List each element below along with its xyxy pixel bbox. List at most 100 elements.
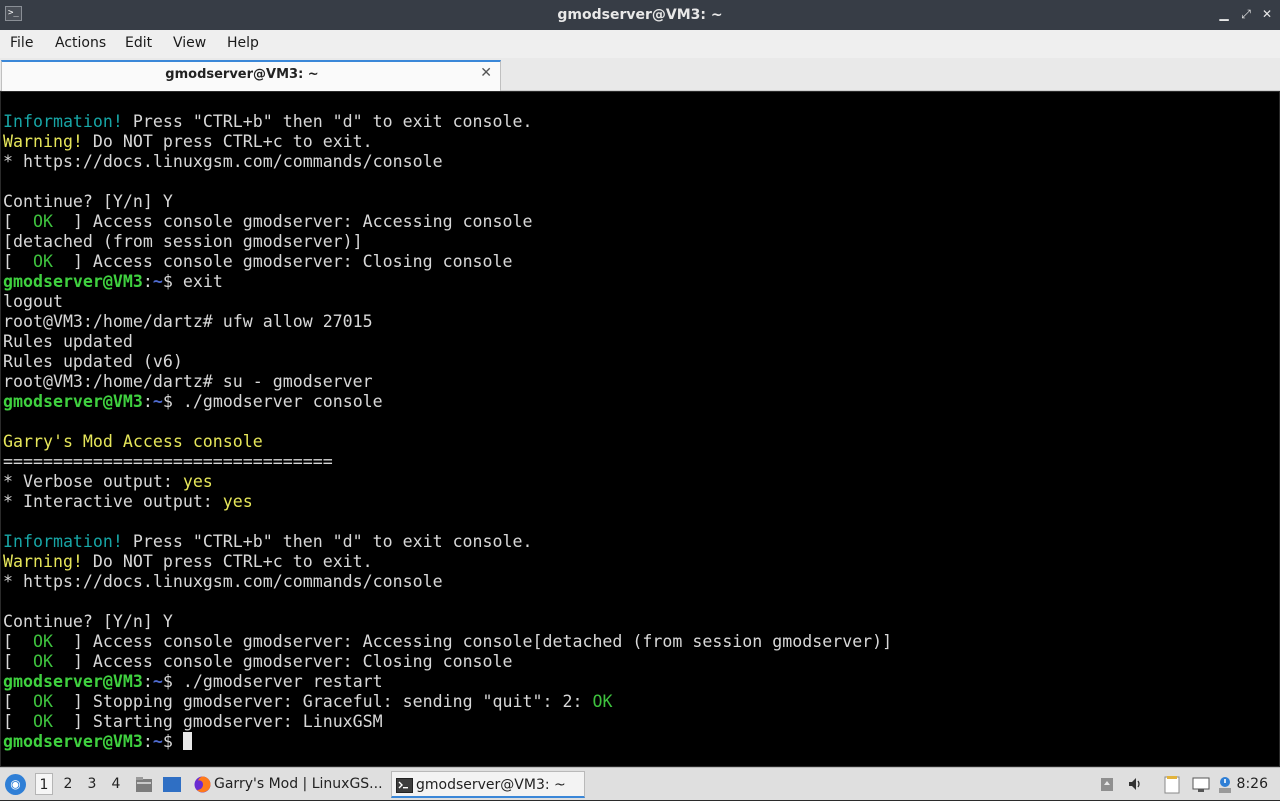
volume-icon[interactable] bbox=[1127, 776, 1143, 792]
menu-file[interactable]: File bbox=[10, 30, 33, 56]
terminal-line: gmodserver@VM3:~$ ./gmodserver console bbox=[3, 392, 892, 412]
update-notifier-icon[interactable] bbox=[1217, 776, 1233, 794]
taskbar: ◉ 1 2 3 4 Garry's Mod | LinuxGS... gmods… bbox=[0, 767, 1280, 800]
terminal-text: Rules updated (v6) bbox=[3, 352, 183, 371]
terminal-line: Garry's Mod Access console bbox=[3, 432, 892, 452]
firefox-icon bbox=[194, 776, 211, 793]
terminal-text: OK bbox=[32, 692, 53, 711]
terminal-text: ~ bbox=[152, 672, 163, 691]
terminal-text: ~ bbox=[152, 272, 163, 291]
terminal-text: ] Access console gmodserver: Accessing c… bbox=[52, 212, 533, 231]
terminal-line: logout bbox=[3, 292, 892, 312]
terminal-text: OK bbox=[32, 712, 53, 731]
menu-help[interactable]: Help bbox=[227, 30, 259, 56]
terminal-text: $ ./gmodserver restart bbox=[162, 672, 383, 691]
workspace-3[interactable]: 3 bbox=[83, 773, 101, 795]
terminal-line: [ OK ] Access console gmodserver: Access… bbox=[3, 632, 892, 652]
terminal-text: gmodserver@VM3 bbox=[3, 392, 143, 411]
terminal-text: OK bbox=[32, 652, 53, 671]
workspace-2[interactable]: 2 bbox=[59, 773, 77, 795]
terminal-line: [ OK ] Access console gmodserver: Access… bbox=[3, 212, 892, 232]
notes-icon[interactable] bbox=[1163, 776, 1183, 794]
terminal-text: $ ./gmodserver console bbox=[162, 392, 383, 411]
taskbar-terminal-button[interactable]: gmodserver@VM3: ~ bbox=[391, 771, 585, 798]
menubar: File Actions Edit View Help bbox=[0, 30, 1280, 58]
terminal-line: [ OK ] Access console gmodserver: Closin… bbox=[3, 252, 892, 272]
terminal-text: ~ bbox=[152, 732, 163, 751]
terminal-line: [ OK ] Starting gmodserver: LinuxGSM bbox=[3, 712, 892, 732]
terminal-text: Information! bbox=[3, 532, 123, 551]
menu-edit[interactable]: Edit bbox=[125, 30, 152, 56]
file-manager-icon[interactable] bbox=[135, 776, 153, 793]
terminal-icon bbox=[396, 778, 413, 793]
terminal-text: [ bbox=[3, 692, 33, 711]
terminal-text: gmodserver@VM3 bbox=[3, 672, 143, 691]
terminal-cursor bbox=[182, 732, 192, 750]
close-button[interactable]: ✕ bbox=[1257, 4, 1277, 24]
terminal-text: [ bbox=[3, 712, 33, 731]
terminal-line: Information! Press "CTRL+b" then "d" to … bbox=[3, 532, 892, 552]
terminal-text: ] Starting gmodserver: LinuxGSM bbox=[52, 712, 383, 731]
terminal-line: [ OK ] Access console gmodserver: Closin… bbox=[3, 652, 892, 672]
terminal-text: root@VM3:/home/dartz# su - gmodserver bbox=[3, 372, 373, 391]
terminal-text: Rules updated bbox=[3, 332, 133, 351]
terminal-line: [detached (from session gmodserver)] bbox=[3, 232, 892, 252]
terminal-text: Do NOT press CTRL+c to exit. bbox=[82, 552, 373, 571]
terminal-text: [ bbox=[3, 252, 33, 271]
clipboard-icon[interactable] bbox=[1099, 776, 1115, 792]
taskbar-firefox-button[interactable]: Garry's Mod | LinuxGS... bbox=[190, 771, 386, 798]
window-titlebar[interactable]: >_ gmodserver@VM3: ~ ▁ ⤢ ✕ bbox=[0, 0, 1280, 30]
terminal-text: Information! bbox=[3, 112, 123, 131]
tab-close-icon[interactable]: ✕ bbox=[480, 65, 492, 81]
terminal-text: Press "CTRL+b" then "d" to exit console. bbox=[122, 112, 533, 131]
terminal-text: logout bbox=[3, 292, 63, 311]
workspace-4[interactable]: 4 bbox=[107, 773, 125, 795]
tab-label: gmodserver@VM3: ~ bbox=[165, 67, 319, 82]
terminal-text: yes bbox=[222, 492, 253, 511]
taskbar-firefox-label: Garry's Mod | LinuxGS... bbox=[214, 776, 383, 792]
terminal-text: : bbox=[142, 392, 153, 411]
network-icon[interactable] bbox=[1191, 776, 1211, 794]
tab-bar: gmodserver@VM3: ~ ✕ bbox=[0, 58, 1280, 91]
terminal-line: * https://docs.linuxgsm.com/commands/con… bbox=[3, 152, 892, 172]
clock: 8:26 bbox=[1236, 776, 1268, 792]
maximize-button[interactable]: ⤢ bbox=[1236, 4, 1256, 24]
terminal-line: [ OK ] Stopping gmodserver: Graceful: se… bbox=[3, 692, 892, 712]
terminal-line: Warning! Do NOT press CTRL+c to exit. bbox=[3, 132, 892, 152]
terminal-text: * https://docs.linuxgsm.com/commands/con… bbox=[3, 152, 443, 171]
terminal-text: : bbox=[142, 272, 153, 291]
terminal-line: gmodserver@VM3:~$ ./gmodserver restart bbox=[3, 672, 892, 692]
workspace-1[interactable]: 1 bbox=[35, 773, 53, 795]
terminal-output: Information! Press "CTRL+b" then "d" to … bbox=[3, 112, 892, 752]
start-menu-icon[interactable]: ◉ bbox=[5, 774, 26, 795]
menu-actions[interactable]: Actions bbox=[55, 30, 106, 56]
terminal-text: : bbox=[142, 672, 153, 691]
terminal-text: [ bbox=[3, 652, 33, 671]
menu-view[interactable]: View bbox=[173, 30, 206, 56]
tab-terminal[interactable]: gmodserver@VM3: ~ ✕ bbox=[1, 60, 501, 91]
terminal-view[interactable]: Information! Press "CTRL+b" then "d" to … bbox=[0, 91, 1280, 767]
terminal-line: root@VM3:/home/dartz# su - gmodserver bbox=[3, 372, 892, 392]
terminal-line: root@VM3:/home/dartz# ufw allow 27015 bbox=[3, 312, 892, 332]
terminal-text: [ bbox=[3, 632, 33, 651]
terminal-text: ] Stopping gmodserver: Graceful: sending… bbox=[52, 692, 593, 711]
terminal-text: ] Access console gmodserver: Accessing c… bbox=[52, 632, 893, 651]
terminal-text: * https://docs.linuxgsm.com/commands/con… bbox=[3, 572, 443, 591]
terminal-text: ================================= bbox=[3, 452, 333, 471]
terminal-text: OK bbox=[32, 212, 53, 231]
terminal-text: gmodserver@VM3 bbox=[3, 272, 143, 291]
terminal-text: root@VM3:/home/dartz# ufw allow 27015 bbox=[3, 312, 373, 331]
terminal-text: : bbox=[142, 732, 153, 751]
terminal-line: gmodserver@VM3:~$ bbox=[3, 732, 892, 752]
show-desktop-icon[interactable] bbox=[162, 776, 182, 793]
terminal-text: Garry's Mod Access console bbox=[3, 432, 263, 451]
minimize-button[interactable]: ▁ bbox=[1214, 4, 1234, 24]
terminal-line: Continue? [Y/n] Y bbox=[3, 612, 892, 632]
terminal-line: gmodserver@VM3:~$ exit bbox=[3, 272, 892, 292]
terminal-text: gmodserver@VM3 bbox=[3, 732, 143, 751]
terminal-line: * Verbose output: yes bbox=[3, 472, 892, 492]
